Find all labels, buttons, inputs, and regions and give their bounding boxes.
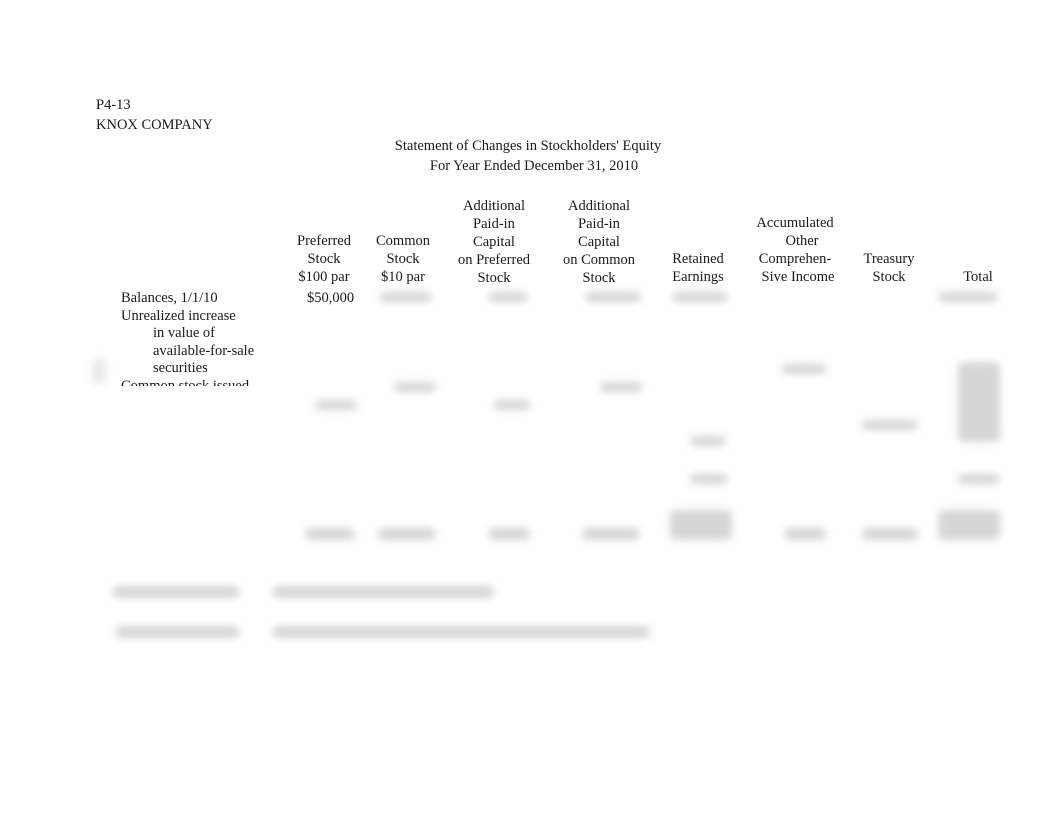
col-header-line: Paid-in [578,216,620,232]
col-header-line: Other [785,233,819,249]
col-header-line: Stock [386,251,420,267]
blurred-value [690,474,728,484]
blurred-value [488,528,530,540]
blurred-value [958,362,1000,442]
col-header-line: Total [963,269,993,285]
problem-id: P4-13 [96,97,131,113]
col-header-common-stock: Common Stock $10 par [363,232,443,286]
col-header-line: on Common [562,252,636,268]
col-header-aoci: Accumulated Other Comprehen- Sive Income [745,214,845,286]
blurred-value [394,382,436,392]
blurred-value [938,292,998,302]
blurred-value [380,292,432,302]
col-header-line: Additional [567,198,631,214]
blurred-value [958,474,1000,484]
col-header-line: Common [376,233,430,249]
blurred-value [672,292,728,302]
col-header-line: $100 par [298,269,350,285]
blurred-value [690,436,726,446]
col-header-line: $10 par [381,269,425,285]
statement-period: For Year Ended December 31, 2010 [429,158,639,174]
blurred-value [378,528,436,540]
row-label-unrealized-cont: available-for-sale [153,342,255,359]
col-header-line: Comprehen- [758,251,832,267]
blurred-value [862,528,918,540]
col-header-line: Stock [872,269,906,285]
col-header-line: on Preferred [457,252,531,268]
col-header-line: Paid-in [473,216,515,232]
col-header-line: Treasury [863,251,915,267]
blurred-text [272,626,650,638]
col-header-line: Earnings [672,269,724,285]
col-header-apic-preferred: Additional Paid-in Capital on Preferred … [449,197,539,287]
col-header-line: Sive Income [761,269,835,285]
col-header-line: Additional [462,198,526,214]
row-labels: Balances, 1/1/10 Unrealized increase in … [121,290,291,386]
blurred-value [784,528,826,540]
statement-title: Statement of Changes in Stockholders' Eq… [394,138,662,154]
row-label-balances: Balances, 1/1/10 [121,290,218,306]
blurred-text [116,626,240,638]
col-header-line: Retained [672,251,724,267]
blurred-text [272,586,494,598]
blurred-value [585,292,641,302]
blurred-value [862,420,918,430]
blurred-value [305,528,355,540]
col-header-treasury-stock: Treasury Stock [853,250,925,286]
col-header-line: Stock [307,251,341,267]
row-label-common-issued: Common stock issued [121,377,250,386]
blurred-value [494,400,530,410]
blurred-value [670,510,732,540]
col-header-line: Capital [473,234,515,250]
blurred-value [488,292,528,302]
row-label-unrealized-cont: in value of [153,325,216,342]
col-header-line: Accumulated [756,215,834,231]
blurred-value [938,510,1000,540]
blurred-value [582,528,640,540]
col-header-line: Preferred [297,233,351,249]
col-header-total: Total [950,268,1006,286]
row-label-unrealized-cont: securities [153,360,208,377]
preferred-stock-beginning-balance: $50,000 [307,290,355,306]
col-header-retained-earnings: Retained Earnings [660,250,736,286]
col-header-line: Stock [582,270,616,286]
blurred-text [112,586,240,598]
col-header-apic-common: Additional Paid-in Capital on Common Sto… [553,197,645,287]
col-header-line: Stock [477,270,511,286]
blurred-value [600,382,642,392]
blurred-mark [92,358,106,384]
company-name: KNOX COMPANY [96,117,213,133]
blurred-value [782,364,826,374]
col-header-preferred-stock: Preferred Stock $100 par [284,232,364,286]
col-header-line: Capital [578,234,620,250]
row-label-unrealized: Unrealized increase [121,307,236,324]
blurred-value [315,400,357,410]
